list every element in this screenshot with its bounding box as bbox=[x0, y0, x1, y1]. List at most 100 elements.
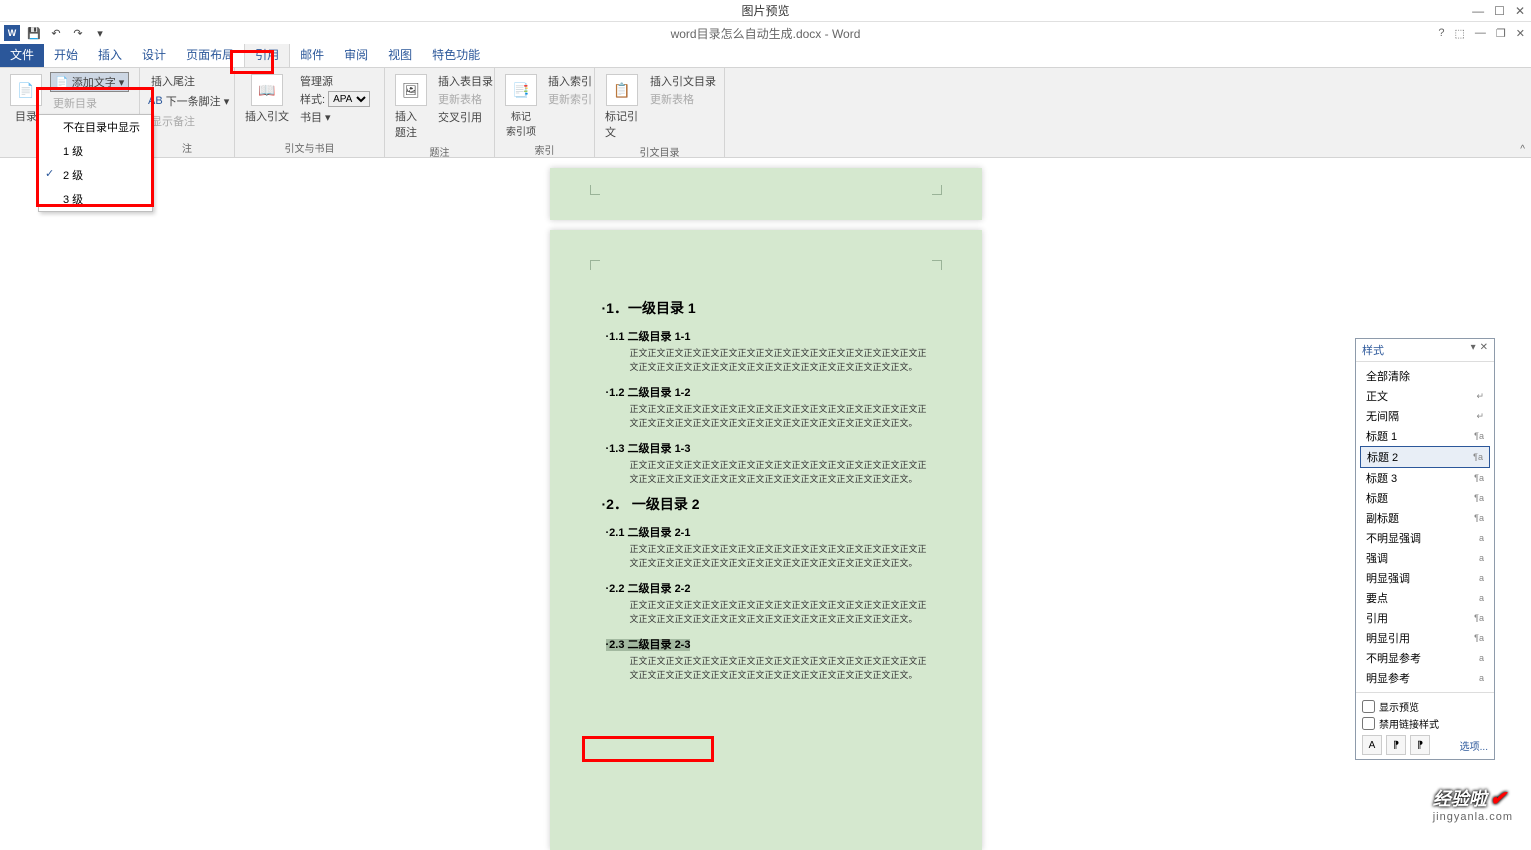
style-item[interactable]: 明显引用¶a bbox=[1360, 628, 1490, 648]
body-1-2[interactable]: 正文正文正文正文正文正文正文正文正文正文正文正文正文正文正文正文正文正文正文正文… bbox=[630, 403, 930, 430]
caption-icon: 🖼 bbox=[395, 74, 427, 106]
qat-dropdown-icon[interactable]: ▾ bbox=[92, 25, 108, 41]
citation-style[interactable]: 样式: APA bbox=[297, 90, 370, 108]
index-icon: 📑 bbox=[505, 74, 537, 106]
update-toa[interactable]: 更新表格 bbox=[647, 90, 716, 108]
dd-level2[interactable]: 2 级 bbox=[39, 163, 152, 187]
preview-title: 图片预览 bbox=[741, 2, 789, 19]
citation-icon: 📖 bbox=[251, 74, 283, 106]
insert-toa[interactable]: 插入引文目录 bbox=[647, 72, 716, 90]
style-select[interactable]: APA bbox=[328, 91, 370, 107]
word-titlebar: W 💾 ↶ ↷ ▾ word目录怎么自动生成.docx - Word ? ⬚ —… bbox=[0, 22, 1531, 44]
new-style-icon[interactable]: A bbox=[1362, 735, 1382, 755]
style-item[interactable]: 标题 2¶a bbox=[1360, 446, 1490, 468]
heading2-1-2[interactable]: ·1.2 二级目录 1-2 bbox=[606, 384, 930, 400]
word-restore-icon[interactable]: ❐ bbox=[1496, 27, 1506, 40]
mark-citation[interactable]: 📋 标记引文 bbox=[603, 72, 641, 142]
style-item[interactable]: 标题¶a bbox=[1360, 488, 1490, 508]
style-item[interactable]: 无间隔↵ bbox=[1360, 406, 1490, 426]
bibliography[interactable]: 书目 ▾ bbox=[297, 108, 370, 126]
preview-max-icon[interactable]: ☐ bbox=[1494, 4, 1505, 18]
ribbon-options-icon[interactable]: ⬚ bbox=[1455, 27, 1465, 40]
add-text-button[interactable]: 📄 添加文字 ▾ bbox=[50, 72, 129, 92]
help-icon[interactable]: ? bbox=[1438, 27, 1444, 40]
style-inspector-icon[interactable]: ⁋ bbox=[1386, 735, 1406, 755]
style-item[interactable]: 正文↵ bbox=[1360, 386, 1490, 406]
styles-close-icon[interactable]: ✕ bbox=[1480, 342, 1488, 358]
heading2-1-1[interactable]: ·1.1 二级目录 1-1 bbox=[606, 328, 930, 344]
undo-icon[interactable]: ↶ bbox=[48, 25, 64, 41]
manage-sources[interactable]: 管理源 bbox=[297, 72, 370, 90]
style-item[interactable]: 不明显参考a bbox=[1360, 648, 1490, 668]
body-2-2[interactable]: 正文正文正文正文正文正文正文正文正文正文正文正文正文正文正文正文正文正文正文正文… bbox=[630, 599, 930, 626]
page-2[interactable]: ·1．一级目录 1 ·1.1 二级目录 1-1 正文正文正文正文正文正文正文正文… bbox=[550, 230, 982, 850]
dd-not-in-toc[interactable]: 不在目录中显示 bbox=[39, 115, 152, 139]
tab-layout[interactable]: 页面布局 bbox=[176, 42, 244, 67]
disable-linked-checkbox[interactable]: 禁用链接样式 bbox=[1362, 716, 1488, 731]
insert-index[interactable]: 插入索引 bbox=[545, 72, 592, 90]
insert-caption[interactable]: 🖼 插入题注 bbox=[393, 72, 429, 142]
mark-index-entry[interactable]: 📑 标记索引项 bbox=[503, 72, 539, 140]
collapse-ribbon-icon[interactable]: ^ bbox=[1520, 144, 1525, 155]
style-item[interactable]: 不明显强调a bbox=[1360, 528, 1490, 548]
group-citation-label: 引文与书目 bbox=[243, 140, 376, 155]
save-icon[interactable]: 💾 bbox=[26, 25, 42, 41]
insert-endnote[interactable]: 插入尾注 bbox=[148, 72, 195, 90]
heading2-1-3[interactable]: ·1.3 二级目录 1-3 bbox=[606, 440, 930, 456]
body-2-3[interactable]: 正文正文正文正文正文正文正文正文正文正文正文正文正文正文正文正文正文正文正文正文… bbox=[630, 655, 930, 682]
tab-home[interactable]: 开始 bbox=[44, 42, 88, 67]
style-item[interactable]: 强调a bbox=[1360, 548, 1490, 568]
manage-styles-icon[interactable]: ⁋ bbox=[1410, 735, 1430, 755]
word-min-icon[interactable]: — bbox=[1475, 27, 1486, 40]
tab-view[interactable]: 视图 bbox=[378, 42, 422, 67]
style-item[interactable]: 引用¶a bbox=[1360, 608, 1490, 628]
update-index[interactable]: 更新索引 bbox=[545, 90, 592, 108]
group-footnote-label: 注 bbox=[148, 140, 226, 155]
heading2-2-3[interactable]: ·2.3 二级目录 2-3 bbox=[606, 636, 930, 652]
dd-level3[interactable]: 3 级 bbox=[39, 187, 152, 211]
dd-level1[interactable]: 1 级 bbox=[39, 139, 152, 163]
insert-citation[interactable]: 📖 插入引文 bbox=[243, 72, 291, 126]
heading1-2[interactable]: ·2． 一级目录 2 bbox=[602, 494, 930, 514]
tab-file[interactable]: 文件 bbox=[0, 42, 44, 67]
group-index-label: 索引 bbox=[503, 142, 586, 157]
styles-options-link[interactable]: 选项... bbox=[1460, 738, 1488, 753]
styles-list: 全部清除正文↵无间隔↵标题 1¶a标题 2¶a标题 3¶a标题¶a副标题¶a不明… bbox=[1356, 362, 1494, 692]
tab-review[interactable]: 审阅 bbox=[334, 42, 378, 67]
tab-design[interactable]: 设计 bbox=[132, 42, 176, 67]
style-item[interactable]: 明显参考a bbox=[1360, 668, 1490, 688]
style-item[interactable]: 明显强调a bbox=[1360, 568, 1490, 588]
tab-references[interactable]: 引用 bbox=[244, 41, 290, 67]
word-close-icon[interactable]: ✕ bbox=[1516, 27, 1525, 40]
styles-dropdown-icon[interactable]: ▾ bbox=[1471, 342, 1476, 358]
update-table[interactable]: 更新表格 bbox=[435, 90, 493, 108]
preview-close-icon[interactable]: ✕ bbox=[1515, 4, 1525, 18]
group-caption-label: 题注 bbox=[393, 144, 486, 159]
redo-icon[interactable]: ↷ bbox=[70, 25, 86, 41]
preview-min-icon[interactable]: — bbox=[1472, 4, 1484, 18]
heading1-1[interactable]: ·1．一级目录 1 bbox=[602, 298, 930, 318]
tab-insert[interactable]: 插入 bbox=[88, 42, 132, 67]
style-item[interactable]: 副标题¶a bbox=[1360, 508, 1490, 528]
style-item[interactable]: 标题 3¶a bbox=[1360, 468, 1490, 488]
show-preview-checkbox[interactable]: 显示预览 bbox=[1362, 699, 1488, 714]
styles-title: 样式 bbox=[1362, 342, 1384, 358]
body-1-3[interactable]: 正文正文正文正文正文正文正文正文正文正文正文正文正文正文正文正文正文正文正文正文… bbox=[630, 459, 930, 486]
body-1-1[interactable]: 正文正文正文正文正文正文正文正文正文正文正文正文正文正文正文正文正文正文正文正文… bbox=[630, 347, 930, 374]
heading2-2-1[interactable]: ·2.1 二级目录 2-1 bbox=[606, 524, 930, 540]
tab-special[interactable]: 特色功能 bbox=[422, 42, 490, 67]
insert-tof[interactable]: 插入表目录 bbox=[435, 72, 493, 90]
style-item[interactable]: 全部清除 bbox=[1360, 366, 1490, 386]
update-toc-button[interactable]: 更新目录 bbox=[50, 94, 129, 112]
show-notes[interactable]: 显示备注 bbox=[148, 112, 195, 130]
style-item[interactable]: 标题 1¶a bbox=[1360, 426, 1490, 446]
tab-mailings[interactable]: 邮件 bbox=[290, 42, 334, 67]
ribbon-tabs: 文件 开始 插入 设计 页面布局 引用 邮件 审阅 视图 特色功能 bbox=[0, 44, 1531, 68]
heading2-2-2[interactable]: ·2.2 二级目录 2-2 bbox=[606, 580, 930, 596]
cross-ref[interactable]: 交叉引用 bbox=[435, 108, 493, 126]
style-item[interactable]: 要点a bbox=[1360, 588, 1490, 608]
body-2-1[interactable]: 正文正文正文正文正文正文正文正文正文正文正文正文正文正文正文正文正文正文正文正文… bbox=[630, 543, 930, 570]
next-footnote[interactable]: AB下一条脚注 ▾ bbox=[148, 92, 229, 110]
styles-pane: 样式 ▾✕ 全部清除正文↵无间隔↵标题 1¶a标题 2¶a标题 3¶a标题¶a副… bbox=[1355, 338, 1495, 760]
preview-titlebar: 图片预览 — ☐ ✕ bbox=[0, 0, 1531, 22]
